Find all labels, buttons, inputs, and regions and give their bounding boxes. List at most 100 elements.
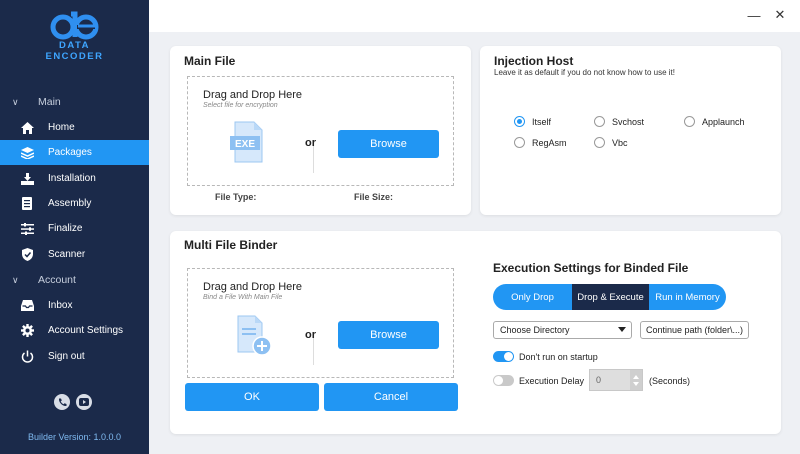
file-size-label: File Size: (354, 192, 394, 202)
svg-text:EXE: EXE (235, 139, 255, 150)
brand-line2: ENCODER (45, 51, 104, 62)
sidebar-item-account-settings[interactable]: Account Settings (0, 318, 149, 343)
section-account[interactable]: ∨ Account (12, 273, 76, 287)
chevron-up-icon (633, 374, 639, 379)
radio-label: Svchost (612, 116, 645, 127)
title-bar: — ✕ (149, 0, 800, 32)
sidebar-item-inbox[interactable]: Inbox (0, 293, 149, 318)
select-value: Choose Directory (500, 325, 570, 335)
phone-icon[interactable] (54, 394, 70, 410)
dropzone-title: Drag and Drop Here (203, 281, 303, 293)
radio-dot (684, 116, 695, 127)
chevron-down-icon (618, 327, 626, 332)
execution-delay-toggle[interactable] (493, 375, 514, 386)
sidebar-item-label: Home (48, 122, 75, 133)
chevron-down-icon: ∨ (12, 96, 19, 107)
dropzone-subtitle: Bind a File With Main File (203, 294, 283, 301)
execution-delay-stepper[interactable]: 0 (589, 369, 643, 391)
toggle-knob (494, 376, 503, 385)
builder-version: Builder Version: 1.0.0.0 (27, 432, 122, 442)
add-file-icon (237, 315, 272, 356)
radio-dot (514, 116, 525, 127)
radio-label: Itself (532, 116, 552, 127)
packages-icon (20, 146, 34, 160)
radio-svchost[interactable]: Svchost (594, 116, 644, 127)
section-main[interactable]: ∨ Main (12, 95, 61, 109)
sidebar-item-home[interactable]: Home (0, 115, 149, 140)
choose-directory-select[interactable]: Choose Directory (493, 321, 632, 339)
close-icon[interactable]: ✕ (773, 7, 787, 22)
mode-drop-execute[interactable]: Drop & Execute (572, 284, 649, 310)
home-icon (20, 121, 34, 135)
youtube-icon[interactable] (76, 394, 92, 410)
sidebar-item-scanner[interactable]: Scanner (0, 242, 149, 267)
radio-dot (594, 116, 605, 127)
sidebar-item-label: Sign out (48, 351, 85, 362)
sidebar-item-packages[interactable]: Packages (0, 140, 149, 165)
execution-delay-label: Execution Delay (519, 376, 585, 386)
injection-host-title: Injection Host (494, 54, 574, 68)
radio-dot (514, 137, 525, 148)
file-type-label: File Type: (215, 192, 257, 202)
radio-itself[interactable]: Itself (514, 116, 551, 127)
finalize-icon (20, 222, 34, 236)
main-file-card: Main File Drag and Drop Here Select file… (170, 46, 471, 215)
continue-path-label: Continue path (folder\...) (645, 325, 744, 335)
installation-icon (20, 172, 34, 186)
inbox-icon (20, 299, 34, 313)
mode-run-in-memory[interactable]: Run in Memory (649, 284, 726, 310)
toggle-knob (504, 352, 513, 361)
radio-label: RegAsm (532, 137, 567, 148)
sidebar-item-label: Account Settings (48, 325, 124, 336)
or-label: or (305, 137, 316, 149)
section-main-label: Main (38, 96, 61, 108)
main-file-title: Main File (184, 54, 236, 68)
power-icon (20, 350, 34, 364)
radio-applaunch[interactable]: Applaunch (684, 116, 745, 127)
stepper-arrows[interactable] (630, 370, 642, 390)
execution-mode-segmented: Only Drop Drop & Execute Run in Memory (493, 284, 726, 310)
sidebar-item-label: Installation (48, 173, 96, 184)
cancel-button[interactable]: Cancel (324, 383, 458, 411)
chevron-down-icon (633, 381, 639, 386)
logo-icon (50, 11, 98, 40)
sidebar-item-sign-out[interactable]: Sign out (0, 344, 149, 369)
sidebar-item-installation[interactable]: Installation (0, 166, 149, 191)
brand-logo: DATA ENCODER (0, 10, 149, 62)
assembly-icon (20, 197, 34, 211)
binder-browse-button[interactable]: Browse (338, 321, 439, 349)
dropzone-subtitle: Select file for encryption (203, 102, 278, 109)
minimize-icon[interactable]: — (747, 8, 761, 23)
sidebar-item-assembly[interactable]: Assembly (0, 191, 149, 216)
section-account-label: Account (38, 274, 76, 286)
sidebar-item-label: Inbox (48, 300, 73, 311)
radio-dot (594, 137, 605, 148)
gear-icon (20, 324, 34, 338)
injection-host-card: Injection Host Leave it as default if yo… (480, 46, 781, 215)
exe-file-icon: EXE (230, 121, 263, 163)
startup-toggle[interactable] (493, 351, 514, 362)
execution-settings-title: Execution Settings for Binded File (493, 261, 689, 275)
sidebar-item-label: Scanner (48, 249, 86, 260)
injection-host-hint: Leave it as default if you do not know h… (494, 68, 675, 77)
shield-icon (20, 248, 34, 262)
sidebar-item-finalize[interactable]: Finalize (0, 216, 149, 241)
mode-only-drop[interactable]: Only Drop (493, 284, 572, 310)
sidebar-item-label: Assembly (48, 198, 92, 209)
delay-value: 0 (596, 375, 602, 385)
delay-unit: (Seconds) (649, 376, 691, 386)
sidebar-item-label: Packages (48, 147, 92, 158)
brand-line1: DATA (59, 40, 90, 51)
or-label: or (305, 329, 316, 341)
radio-vbc[interactable]: Vbc (594, 137, 628, 148)
main-file-browse-button[interactable]: Browse (338, 130, 439, 158)
sidebar: DATA ENCODER ∨ Main Home Packages Instal… (0, 0, 149, 454)
ok-button[interactable]: OK (185, 383, 319, 411)
radio-label: Applaunch (702, 116, 745, 127)
radio-regasm[interactable]: RegAsm (514, 137, 567, 148)
continue-path-field[interactable]: Continue path (folder\...) (640, 321, 749, 339)
social-links (54, 394, 92, 410)
chevron-down-icon: ∨ (12, 274, 19, 285)
startup-label: Don't run on startup (519, 352, 598, 362)
sidebar-item-label: Finalize (48, 223, 83, 234)
